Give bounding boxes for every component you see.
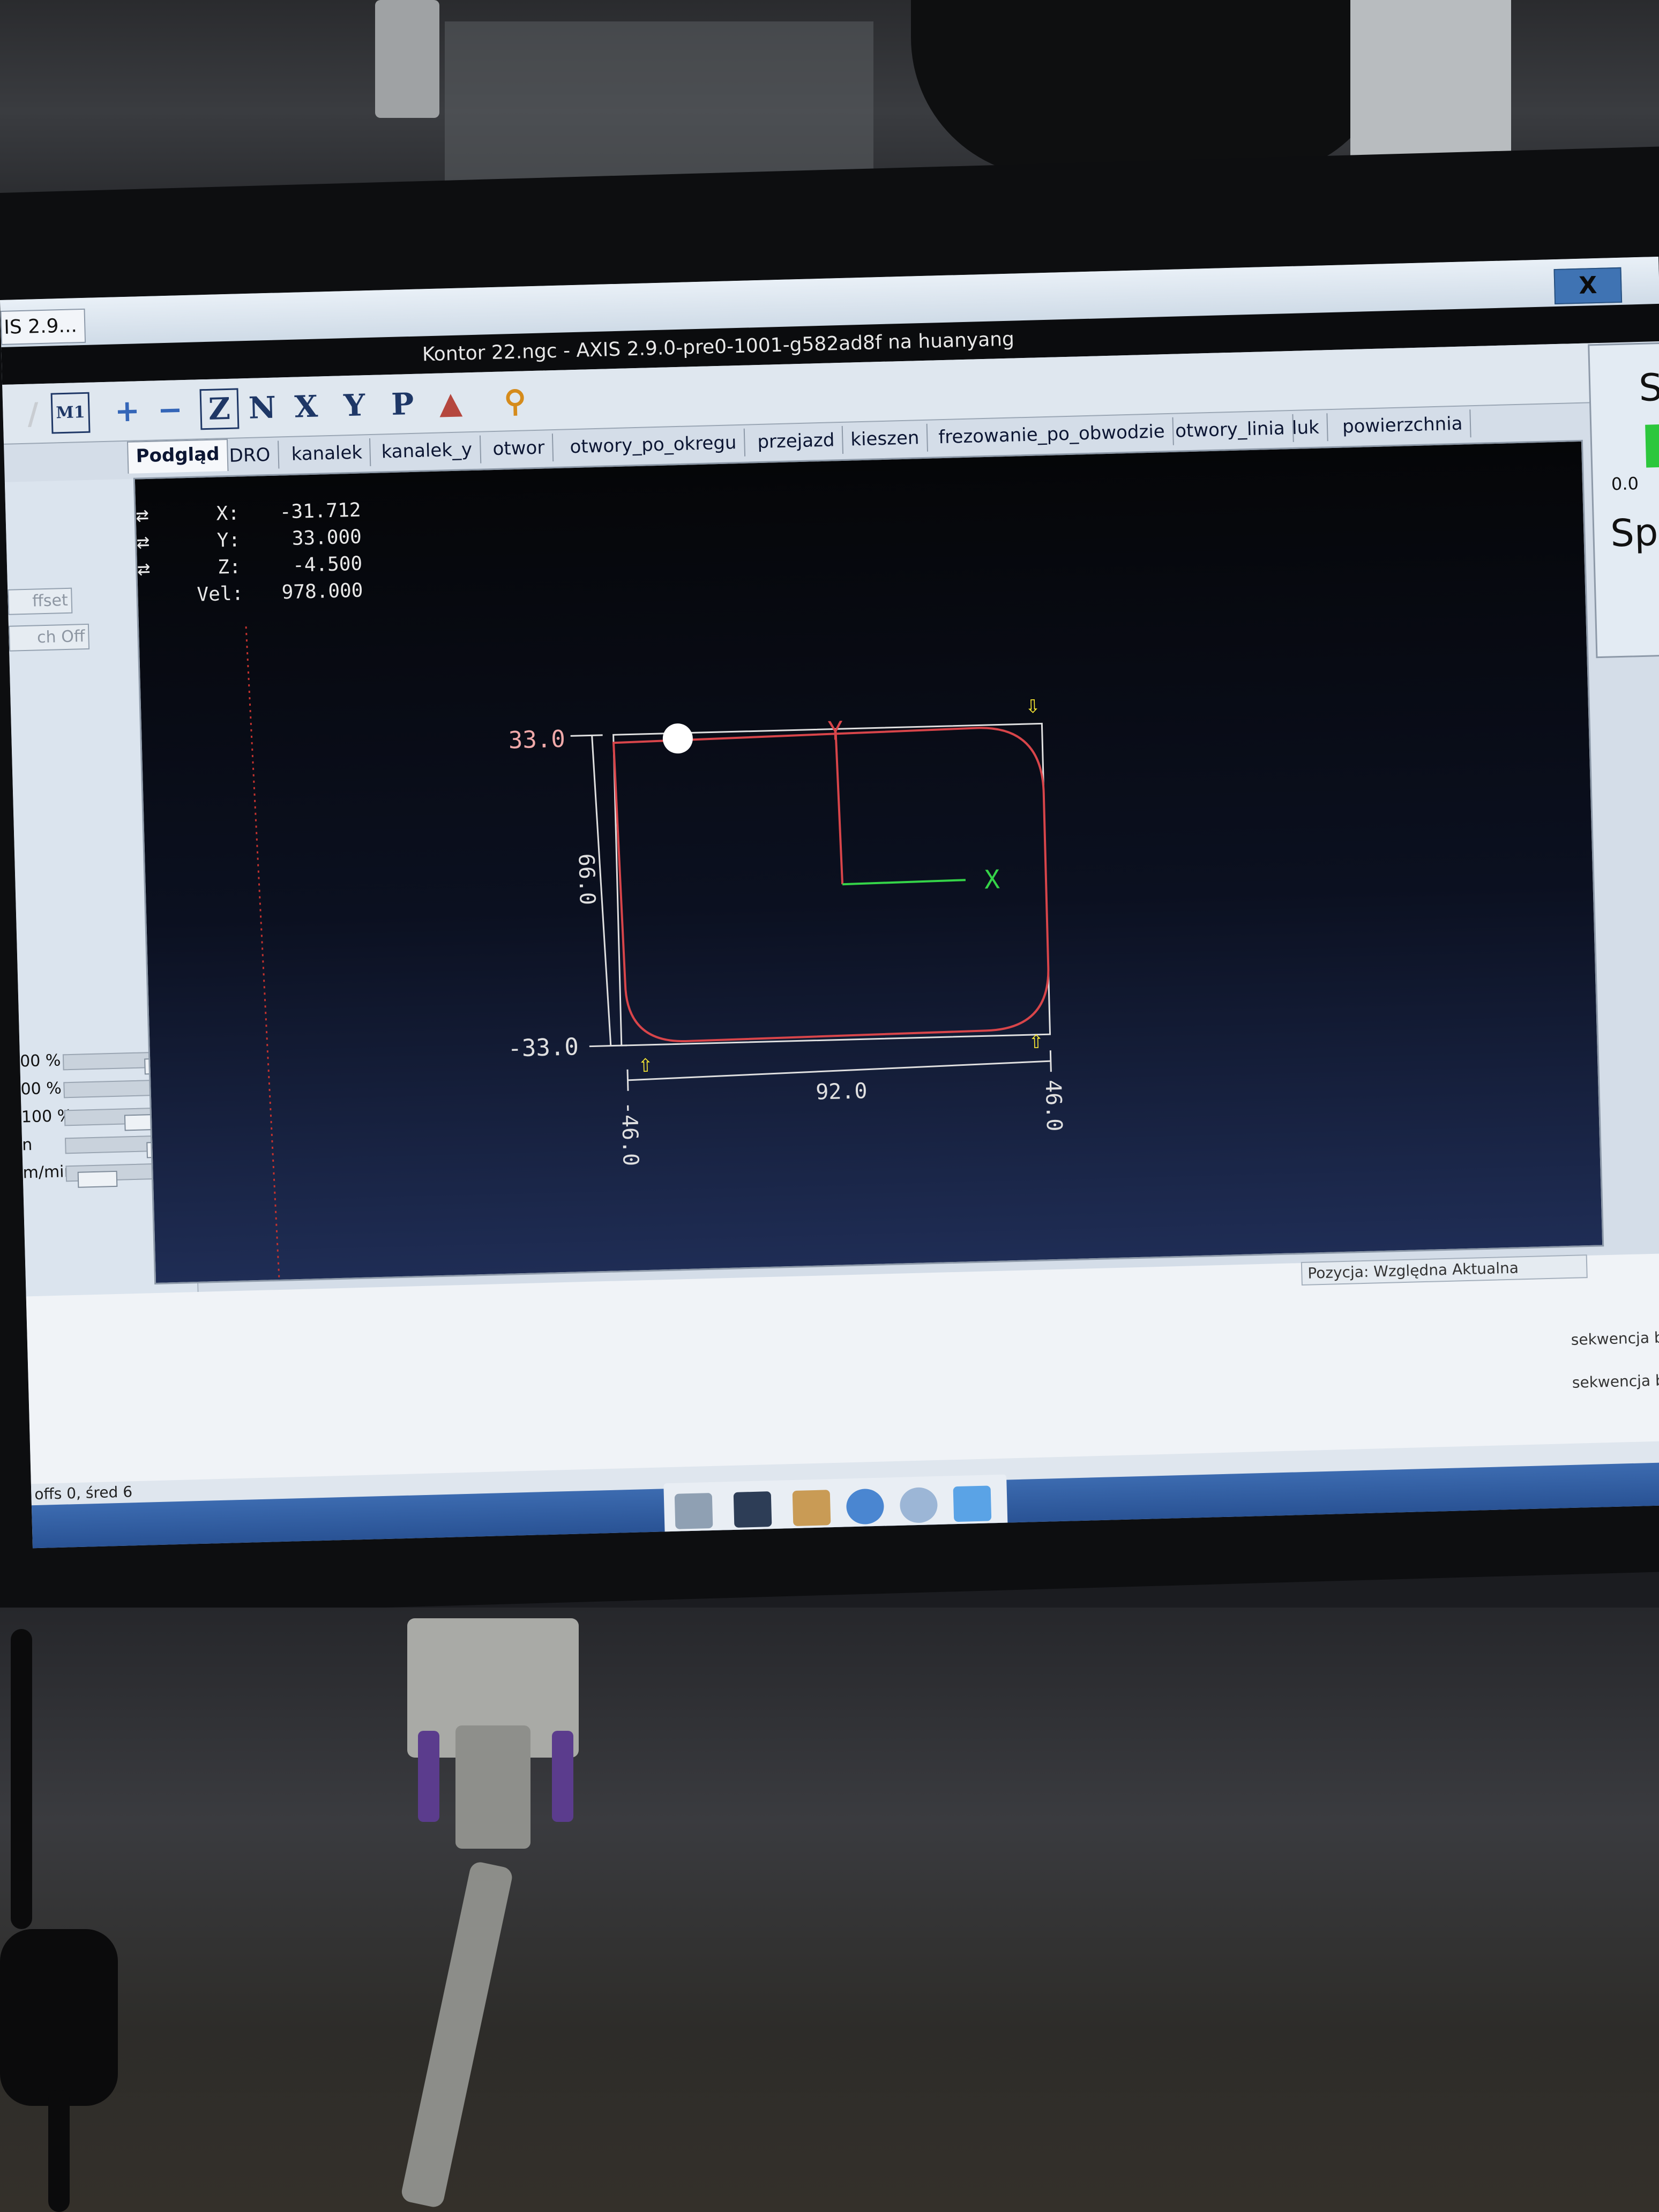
dro-z-label: Z: (218, 556, 241, 578)
terminal-icon[interactable] (733, 1491, 772, 1528)
view-z-button[interactable]: Z (199, 388, 240, 430)
width-label: 92.0 (816, 1079, 868, 1105)
tab-dro[interactable]: DRO (221, 440, 279, 470)
tab-powierzchnia[interactable]: powierzchnia (1334, 409, 1472, 441)
spindle-value: 0.0 (1611, 473, 1639, 495)
power-cable (11, 1629, 32, 1929)
touch-off-button[interactable]: ch Off (8, 623, 90, 652)
ferrite-core (0, 1929, 118, 2106)
spindle-label: Spi (1610, 510, 1659, 556)
edit-icon[interactable]: / (13, 393, 53, 435)
archive-icon[interactable] (792, 1490, 831, 1527)
clear-plot-icon[interactable]: ⚲ (495, 380, 535, 422)
dro-z-icon: ⇄ (137, 556, 151, 581)
limit-arrow-bottom-right-icon: ⇧ (1028, 1025, 1044, 1055)
tab-podglad[interactable]: Podgląd (126, 438, 229, 474)
x-axis-line (842, 879, 966, 886)
background-object (375, 0, 439, 118)
max-velocity-label: n (21, 1135, 33, 1155)
y-axis-label: Y (827, 716, 843, 746)
message-1: sekwencja bazo (1571, 1328, 1659, 1349)
feed-override-label: 00 % (19, 1051, 61, 1071)
view-y-button[interactable]: Y (334, 385, 374, 427)
status-offsets: offs 0, śred 6 (34, 1483, 133, 1504)
dro-y-label: Y: (216, 529, 240, 551)
tab-otwory-po-okregu[interactable]: otwory_po_okregu (562, 428, 746, 461)
mist-icon[interactable]: M1 (50, 392, 91, 434)
offset-button[interactable]: ffset (8, 587, 73, 615)
dro-x-label: X: (216, 502, 240, 525)
limit-arrow-top-icon: ⇩ (1025, 690, 1041, 719)
tab-luk[interactable]: luk (1284, 413, 1328, 443)
tool-position-marker (662, 723, 693, 754)
spindle-indicator (1645, 424, 1659, 468)
width-dimension-line (627, 1060, 1051, 1081)
tab-kanalek[interactable]: kanalek (283, 438, 371, 469)
tab-przejazd[interactable]: przejazd (749, 425, 844, 457)
height-label: 66.0 (573, 853, 600, 905)
message-2: sekwencja bazo (1572, 1371, 1659, 1392)
dro-vel-value: 978.000 (281, 579, 363, 603)
limit-arrow-bottom-left-icon: ⇧ (638, 1049, 653, 1078)
preview-svg: ⇄ ⇄ ⇄ X: -31.712 Y: 33.000 Z: -4.500 Vel… (136, 499, 1067, 1280)
y-max-label: 33.0 (508, 726, 565, 754)
dro-x-value: -31.712 (279, 499, 361, 524)
close-button[interactable]: X (1553, 267, 1623, 305)
drive-icon[interactable] (674, 1492, 713, 1529)
tab-kanalek-y[interactable]: kanalek_y (373, 435, 481, 466)
power-cable-lower (48, 2090, 70, 2212)
taskbar-window-tab[interactable]: IS 2.9... (0, 308, 86, 345)
folder-icon[interactable] (953, 1485, 992, 1522)
background-bracket (1350, 0, 1511, 177)
view-z2-button[interactable]: N (242, 387, 282, 429)
dro-vel-label: Vel: (197, 582, 244, 606)
rotate-view-icon[interactable]: ▲ (431, 382, 470, 424)
connector-screw-left (418, 1731, 439, 1822)
y-min-label: -33.0 (507, 1033, 579, 1062)
x-axis-label: X (984, 865, 1000, 895)
desk-surface (0, 1608, 1659, 2212)
tab-frezowanie-po-obwodzie[interactable]: frezowanie_po_obwodzie (930, 417, 1174, 452)
browser-icon[interactable] (846, 1488, 885, 1525)
dro-x-icon: ⇄ (136, 503, 149, 528)
search-icon[interactable] (899, 1486, 938, 1523)
rapid-override-label: 00 % (20, 1079, 62, 1099)
view-x-button[interactable]: X (286, 386, 326, 428)
spindle-panel: S 0.0 Spi (1588, 341, 1659, 659)
background-machine (911, 0, 1393, 177)
width-dimension-left-tick (626, 1069, 629, 1091)
spindle-panel-title: S (1638, 365, 1659, 410)
vga-plug (455, 1725, 530, 1849)
jog-speed-thumb[interactable] (77, 1170, 118, 1188)
machine-limit-line (245, 626, 280, 1280)
height-dimension-bottom-tick (589, 1044, 627, 1048)
y-axis-line (834, 734, 844, 885)
view-p-button[interactable]: P (383, 383, 422, 425)
tab-otwor[interactable]: otwor (484, 434, 554, 464)
connector-screw-right (552, 1731, 573, 1822)
width-dimension-right-tick (1049, 1050, 1052, 1072)
zoom-out-icon[interactable]: − (151, 390, 190, 431)
background-wall (445, 21, 873, 182)
monitor-screen: IS 2.9... X Kontor 22.ngc - AXIS 2.9.0-p… (0, 256, 1659, 1549)
tab-kieszen[interactable]: kieszen (842, 423, 929, 454)
x-max-label: 46.0 (1041, 1079, 1067, 1131)
tab-otwory-linia[interactable]: otwory_linia (1167, 414, 1294, 446)
preview-canvas[interactable]: ⇄ ⇄ ⇄ X: -31.712 Y: 33.000 Z: -4.500 Vel… (133, 439, 1604, 1285)
dro-y-icon: ⇄ (136, 529, 150, 555)
x-min-label: -46.0 (617, 1101, 643, 1167)
zoom-in-icon[interactable]: + (108, 391, 147, 432)
height-dimension-top-tick (570, 734, 603, 737)
dro-y-value: 33.000 (292, 526, 362, 549)
dro-z-value: -4.500 (293, 552, 363, 576)
